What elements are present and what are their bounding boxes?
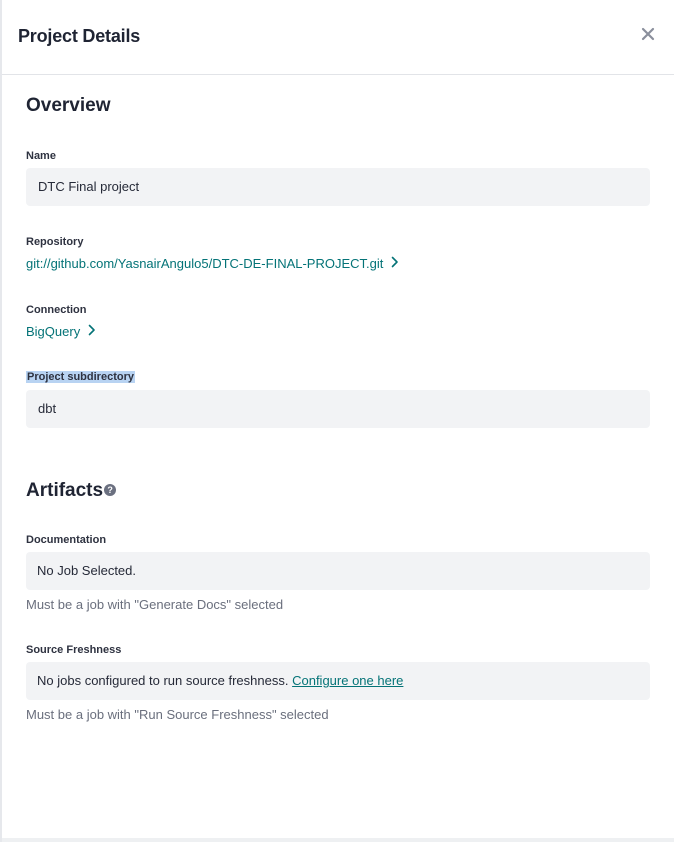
- subdirectory-label: Project subdirectory: [26, 371, 135, 383]
- repository-link[interactable]: git://github.com/YasnairAngulo5/DTC-DE-F…: [26, 256, 399, 271]
- chevron-right-icon: [391, 256, 399, 271]
- configure-source-freshness-link[interactable]: Configure one here: [292, 673, 403, 688]
- subdirectory-field: dbt: [26, 390, 650, 428]
- documentation-label: Documentation: [26, 534, 107, 546]
- connection-label: Connection: [26, 304, 87, 316]
- repository-label: Repository: [26, 236, 84, 248]
- artifacts-title-text: Artifacts: [26, 480, 104, 501]
- overview-section-title: Overview: [26, 95, 111, 116]
- connection-link-text: BigQuery: [26, 324, 81, 339]
- artifacts-section-title: Artifacts?: [26, 480, 117, 502]
- source-freshness-label: Source Freshness: [26, 644, 122, 656]
- help-icon[interactable]: ?: [104, 483, 117, 496]
- documentation-help-text: Must be a job with "Generate Docs" selec…: [26, 597, 284, 612]
- close-icon: [641, 27, 655, 41]
- source-freshness-help-text: Must be a job with "Run Source Freshness…: [26, 707, 329, 722]
- documentation-field: No Job Selected.: [26, 552, 650, 590]
- panel-header: Project Details: [2, 0, 674, 75]
- close-button[interactable]: [638, 24, 658, 44]
- name-label: Name: [26, 150, 56, 162]
- source-freshness-field: No jobs configured to run source freshne…: [26, 662, 650, 700]
- connection-link[interactable]: BigQuery: [26, 324, 96, 339]
- panel-title: Project Details: [18, 26, 141, 46]
- name-field: DTC Final project: [26, 168, 650, 206]
- chevron-right-icon: [88, 324, 96, 339]
- project-details-panel: Project Details Overview Name DTC Final …: [0, 0, 674, 842]
- repository-link-text: git://github.com/YasnairAngulo5/DTC-DE-F…: [26, 256, 384, 271]
- source-freshness-value: No jobs configured to run source freshne…: [37, 673, 289, 688]
- bottom-divider: [2, 838, 674, 842]
